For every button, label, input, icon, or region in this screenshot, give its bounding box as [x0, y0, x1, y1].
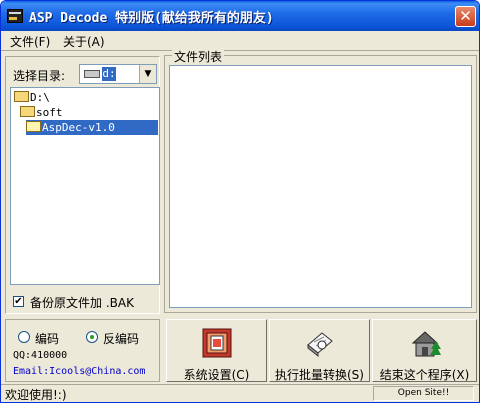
directory-label: 选择目录:	[13, 69, 66, 83]
radio-encode-label[interactable]: 编码	[35, 330, 59, 347]
window-title: ASP Decode 特别版(献给我所有的朋友)	[29, 11, 274, 26]
menu-about[interactable]: 关于(A)	[63, 33, 105, 50]
tree-node-root[interactable]: D:\	[14, 90, 50, 105]
qq-contact: QQ:410000	[13, 350, 68, 361]
main-window: ASP Decode 特别版(献给我所有的朋友) ✕ 文件(F) 关于(A) 选…	[0, 0, 480, 403]
drive-select-value: d:	[102, 67, 116, 81]
radio-decode[interactable]	[86, 331, 98, 343]
batch-convert-button[interactable]: 执行批量转换(S)	[269, 319, 370, 382]
chevron-down-icon[interactable]: ▼	[139, 65, 156, 83]
backup-checkbox[interactable]: ✔	[13, 296, 24, 307]
close-button[interactable]: ✕	[455, 6, 476, 27]
app-icon	[7, 9, 23, 23]
calendar-clock-icon	[307, 332, 333, 358]
exit-button-label: 结束这个程序(X)	[379, 368, 470, 382]
house-icon	[411, 331, 441, 357]
title-bar[interactable]: ASP Decode 特别版(献给我所有的朋友) ✕	[1, 1, 479, 31]
drive-select[interactable]: d: ▼	[79, 64, 157, 84]
directory-panel: 选择目录: d: ▼ D:\ soft AspDec-v1.0 ✔ 备份原文件加…	[5, 56, 160, 314]
drive-icon	[84, 70, 100, 78]
menu-file[interactable]: 文件(F)	[10, 33, 50, 50]
file-list-group: 文件列表	[164, 48, 477, 313]
tree-node-label: AspDec-v1.0	[42, 121, 115, 134]
tree-node-aspdec[interactable]: AspDec-v1.0	[26, 120, 158, 135]
radio-decode-label[interactable]: 反编码	[103, 330, 139, 347]
directory-tree[interactable]: D:\ soft AspDec-v1.0	[10, 87, 160, 285]
folder-open-icon	[14, 91, 29, 102]
radio-encode[interactable]	[18, 331, 30, 343]
open-site-link[interactable]: Open Site!!	[373, 386, 474, 401]
backup-checkbox-label[interactable]: 备份原文件加 .BAK	[30, 294, 134, 311]
settings-icon	[202, 328, 232, 358]
folder-open-icon	[26, 121, 41, 132]
tree-node-label: D:\	[30, 91, 50, 104]
exit-button[interactable]: 结束这个程序(X)	[372, 319, 477, 382]
menu-separator	[1, 50, 479, 51]
email-contact[interactable]: Email:Icools@China.com	[13, 366, 145, 377]
settings-button[interactable]: 系统设置(C)	[166, 319, 267, 382]
tree-node-label: soft	[36, 106, 63, 119]
status-text: 欢迎使用!:)	[5, 388, 67, 402]
settings-button-label: 系统设置(C)	[183, 368, 250, 382]
options-panel: 编码 反编码 QQ:410000 Email:Icools@China.com	[5, 319, 160, 382]
menu-bar: 文件(F) 关于(A)	[1, 31, 479, 50]
batch-convert-button-label: 执行批量转换(S)	[275, 368, 364, 382]
file-list[interactable]	[169, 65, 472, 308]
file-list-caption: 文件列表	[172, 48, 225, 65]
status-bar: 欢迎使用!:) Open Site!!	[1, 384, 479, 402]
tree-node-soft[interactable]: soft	[20, 105, 63, 120]
folder-open-icon	[20, 106, 35, 117]
